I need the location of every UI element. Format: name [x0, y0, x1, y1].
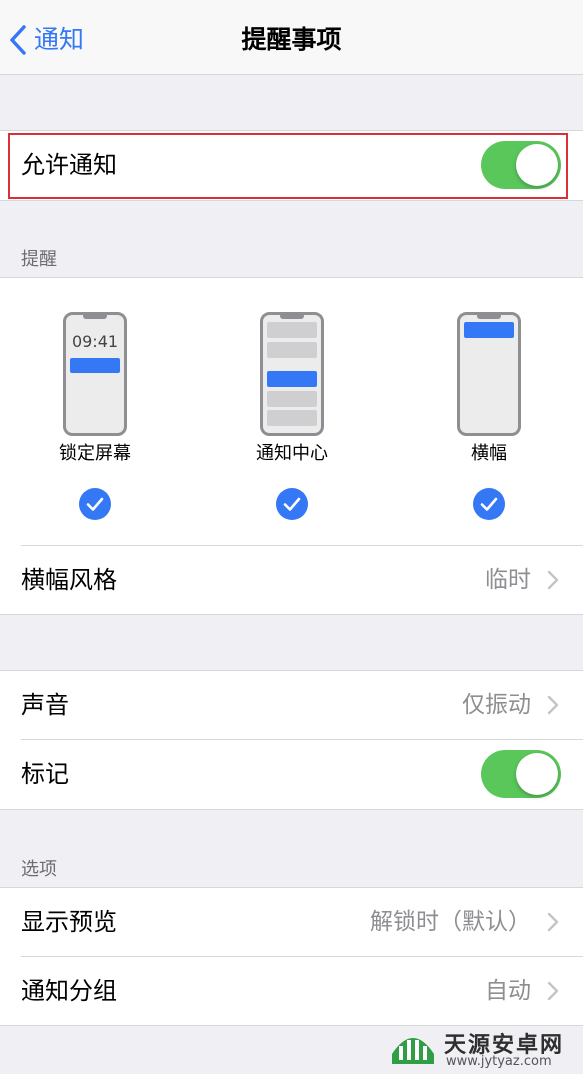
lock-screen-phone-icon [63, 312, 127, 436]
alert-style-caption: 通知中心 [256, 443, 328, 464]
alert-style-caption: 横幅 [471, 443, 507, 464]
badge-row: 标记 [0, 740, 583, 809]
notification-grouping-value: 自动 [485, 978, 531, 1004]
site-watermark: 天源安卓网 www.jytyaz.com [384, 1024, 583, 1074]
chevron-right-icon [547, 912, 559, 932]
alerts-section-header: 提醒 [21, 249, 57, 270]
banner-style-label: 横幅风格 [21, 566, 117, 594]
alerts-group: 09:41 锁定屏幕 通知中心 横幅 横幅风格 临时 [0, 278, 583, 614]
show-previews-row[interactable]: 显示预览 解锁时（默认） [0, 888, 583, 957]
checkmark-icon [480, 497, 498, 511]
watermark-url: www.jytyaz.com [446, 1054, 552, 1069]
chevron-right-icon [547, 695, 559, 715]
allow-notifications-label: 允许通知 [21, 151, 117, 179]
checkmark-icon [86, 497, 104, 511]
divider [0, 200, 583, 201]
badge-label: 标记 [21, 760, 69, 788]
banners-checkmark[interactable] [473, 488, 505, 520]
sound-label: 声音 [21, 691, 69, 719]
badge-toggle[interactable] [481, 750, 561, 798]
sound-value: 仅振动 [462, 692, 531, 718]
sound-badge-group: 声音 仅振动 标记 [0, 671, 583, 809]
allow-notifications-row: 允许通知 [0, 131, 583, 200]
banner-style-row[interactable]: 横幅风格 临时 [0, 546, 583, 615]
navigation-bar: 通知 提醒事项 [0, 0, 583, 75]
lock-screen-time: 09:41 [71, 332, 119, 351]
options-section-header: 选项 [21, 859, 57, 880]
chevron-right-icon [547, 570, 559, 590]
notification-grouping-label: 通知分组 [21, 977, 117, 1005]
banners-phone-icon [457, 312, 521, 436]
divider [0, 614, 583, 615]
notification-center-checkmark[interactable] [276, 488, 308, 520]
divider [0, 809, 583, 810]
watermark-logo-icon [392, 1038, 434, 1064]
checkmark-icon [283, 497, 301, 511]
notification-center-phone-icon [260, 312, 324, 436]
allow-notifications-toggle[interactable] [481, 141, 561, 189]
toggle-knob [516, 144, 558, 186]
show-previews-label: 显示预览 [21, 908, 117, 936]
banner-style-value: 临时 [485, 567, 531, 593]
options-group: 显示预览 解锁时（默认） 通知分组 自动 [0, 888, 583, 1025]
notification-grouping-row[interactable]: 通知分组 自动 [0, 957, 583, 1026]
chevron-right-icon [547, 981, 559, 1001]
allow-notifications-group: 允许通知 [0, 131, 583, 200]
page-title: 提醒事项 [241, 25, 342, 54]
show-previews-value: 解锁时（默认） [370, 909, 531, 935]
toggle-knob [516, 753, 558, 795]
sound-row[interactable]: 声音 仅振动 [0, 671, 583, 740]
lock-screen-checkmark[interactable] [79, 488, 111, 520]
alert-style-caption: 锁定屏幕 [59, 443, 131, 464]
